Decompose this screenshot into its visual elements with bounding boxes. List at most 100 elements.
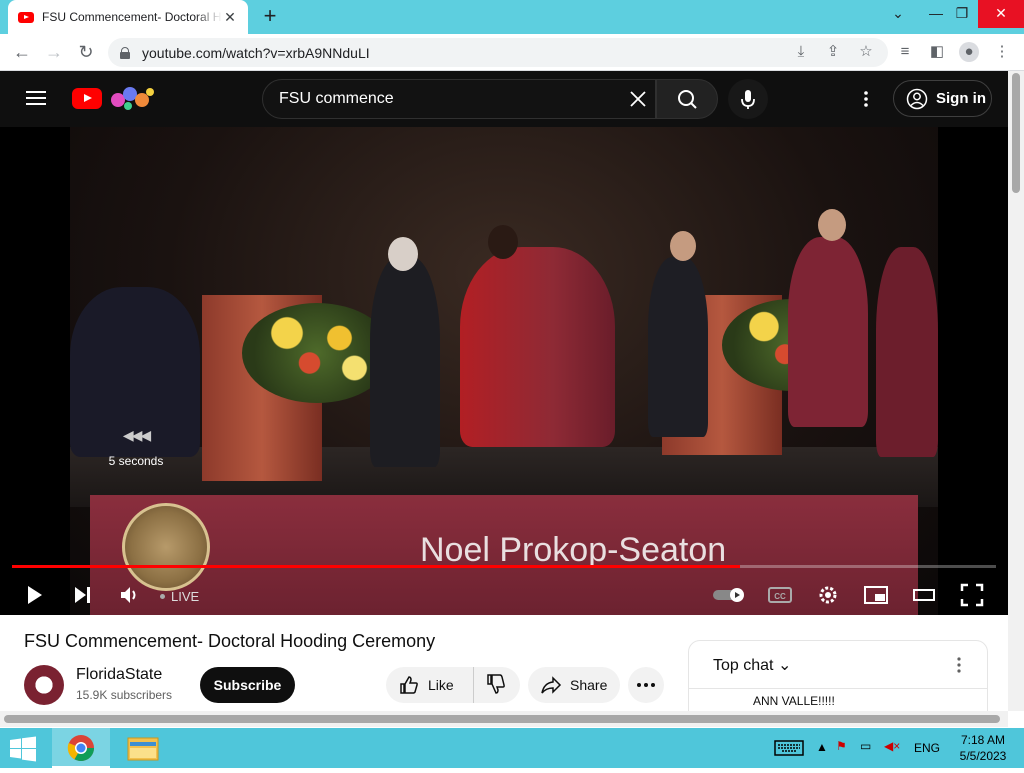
chat-mode-dropdown[interactable]: Top chat ⌄: [713, 655, 791, 675]
like-label: Like: [428, 677, 454, 693]
clock[interactable]: 7:18 AM 5/5/2023: [952, 732, 1014, 764]
browser-tab[interactable]: FSU Commencement- Doctoral Hooding Cerem…: [8, 0, 248, 34]
youtube-header: FSU commence Sign in: [0, 71, 1008, 127]
menu-icon[interactable]: [26, 91, 46, 105]
more-actions-icon[interactable]: [628, 667, 664, 703]
autoplay-toggle[interactable]: [712, 581, 746, 609]
file-explorer-taskbar-button[interactable]: [118, 728, 168, 768]
browser-toolbar: ← → ↻ youtube.com/watch?v=xrbA9NNduLI ⤓ …: [0, 34, 1024, 71]
profile-icon[interactable]: ●: [959, 42, 979, 62]
next-icon[interactable]: [68, 581, 96, 609]
faculty-figure: [460, 247, 615, 447]
live-indicator[interactable]: LIVE: [160, 589, 199, 604]
microphone-icon: [741, 90, 755, 109]
thumbs-up-icon: [400, 676, 418, 694]
chat-kebab-icon[interactable]: [951, 655, 967, 675]
subscriber-count: 15.9K subscribers: [76, 688, 173, 702]
forward-icon[interactable]: →: [42, 40, 66, 64]
language-indicator[interactable]: ENG: [914, 741, 940, 755]
search-icon: [678, 90, 697, 109]
sign-in-label: Sign in: [936, 90, 986, 107]
reload-icon[interactable]: ↻: [74, 40, 98, 64]
like-button[interactable]: Like: [386, 667, 474, 703]
chat-title-label: Top chat: [713, 657, 774, 674]
tab-title: FSU Commencement- Doctoral Hooding Cerem…: [42, 10, 222, 24]
chrome-menu-icon[interactable]: ⋮: [992, 42, 1012, 62]
settings-kebab-icon[interactable]: [856, 87, 876, 111]
progress-bar[interactable]: [12, 565, 996, 568]
vertical-scroll-thumb[interactable]: [1012, 73, 1020, 193]
dislike-button[interactable]: [478, 667, 518, 703]
volume-icon[interactable]: [116, 581, 144, 609]
address-bar[interactable]: youtube.com/watch?v=xrbA9NNduLI: [108, 38, 888, 67]
horizontal-scroll-thumb[interactable]: [4, 715, 1000, 723]
subscribe-button[interactable]: Subscribe: [200, 667, 295, 703]
back-icon[interactable]: ←: [10, 40, 34, 64]
media-control-icon[interactable]: ≡: [895, 42, 915, 62]
search-button[interactable]: [656, 79, 718, 119]
thumbs-down-icon: [487, 674, 505, 694]
share-label: Share: [570, 677, 608, 693]
official-figure: [648, 257, 708, 437]
play-icon[interactable]: [20, 581, 48, 609]
share-button[interactable]: Share: [528, 667, 620, 703]
install-icon[interactable]: ⤓: [791, 42, 811, 62]
miniplayer-icon[interactable]: [862, 581, 890, 609]
close-window-button[interactable]: ✕: [978, 0, 1024, 28]
faculty-cap: [488, 225, 518, 259]
video-frame: Noel Prokop-Seaton: [70, 127, 938, 615]
new-tab-button[interactable]: +: [258, 4, 282, 28]
tab-search-icon[interactable]: ⌄: [880, 0, 916, 28]
volume-muted-icon[interactable]: ◀×: [884, 739, 900, 753]
vertical-scrollbar[interactable]: [1008, 71, 1024, 711]
channel-avatar[interactable]: [24, 665, 64, 705]
url-text: youtube.com/watch?v=xrbA9NNduLI: [142, 44, 370, 61]
chat-header: Top chat ⌄: [689, 641, 987, 689]
chat-message: ANN VALLE!!!!!: [753, 694, 835, 708]
doodle-icon[interactable]: [108, 84, 158, 112]
chrome-taskbar-button[interactable]: [52, 728, 110, 768]
video-title: FSU Commencement- Doctoral Hooding Cerem…: [24, 631, 436, 651]
fullscreen-icon[interactable]: [958, 581, 986, 609]
side-panel-icon[interactable]: ◧: [927, 42, 947, 62]
settings-gear-icon[interactable]: [814, 581, 842, 609]
clock-time: 7:18 AM: [960, 733, 1006, 747]
channel-name[interactable]: FloridaState: [76, 666, 162, 684]
account-icon: [906, 88, 928, 109]
seek-text: 5 seconds: [108, 454, 164, 468]
youtube-logo-icon[interactable]: [72, 88, 102, 109]
tab-strip: FSU Commencement- Doctoral Hooding Cerem…: [0, 0, 1024, 34]
graduate-figure: [370, 257, 440, 467]
presenter-head: [818, 209, 846, 241]
like-dislike-group: Like: [386, 667, 520, 703]
svg-text:CC: CC: [774, 592, 786, 601]
theater-mode-icon[interactable]: [910, 581, 938, 609]
clear-search-icon[interactable]: [626, 87, 650, 111]
progress-fill: [12, 565, 741, 568]
sign-in-button[interactable]: Sign in: [893, 80, 992, 117]
network-icon[interactable]: ▭: [860, 739, 871, 753]
live-chat-panel: Top chat ⌄ ANN VALLE!!!!!: [688, 640, 988, 720]
system-tray: ▲ ⚑ ▭ ◀× ENG 7:18 AM 5/5/2023: [772, 728, 1024, 768]
share-arrow-icon: [541, 676, 562, 694]
voice-search-button[interactable]: [728, 79, 768, 119]
touch-keyboard-icon[interactable]: [774, 738, 804, 758]
restore-button[interactable]: ❐: [944, 0, 980, 28]
bookmark-star-icon[interactable]: ☆: [856, 42, 876, 62]
captions-icon[interactable]: CC: [766, 581, 794, 609]
official-head: [670, 231, 696, 261]
show-hidden-icons-icon[interactable]: ▲: [816, 740, 828, 754]
youtube-favicon-icon: [18, 11, 34, 23]
search-input[interactable]: FSU commence: [262, 79, 656, 119]
youtube-page: FSU commence Sign in Noel Prokop-Seaton …: [0, 71, 1008, 720]
chevron-down-icon: ⌄: [777, 657, 792, 674]
player-controls: LIVE CC: [0, 575, 1008, 615]
share-page-icon[interactable]: ⇪: [823, 42, 843, 62]
live-text: LIVE: [171, 589, 200, 604]
rewind-arrows-icon: ◀◀◀: [122, 427, 151, 443]
windows-start-icon[interactable]: [8, 736, 38, 762]
horizontal-scrollbar[interactable]: [0, 711, 1008, 727]
tab-close-icon[interactable]: ✕: [222, 9, 238, 26]
action-center-alert-icon[interactable]: ⚑: [836, 739, 847, 753]
video-player[interactable]: Noel Prokop-Seaton ◀◀◀ 5 seconds LIVE CC: [0, 127, 1008, 615]
